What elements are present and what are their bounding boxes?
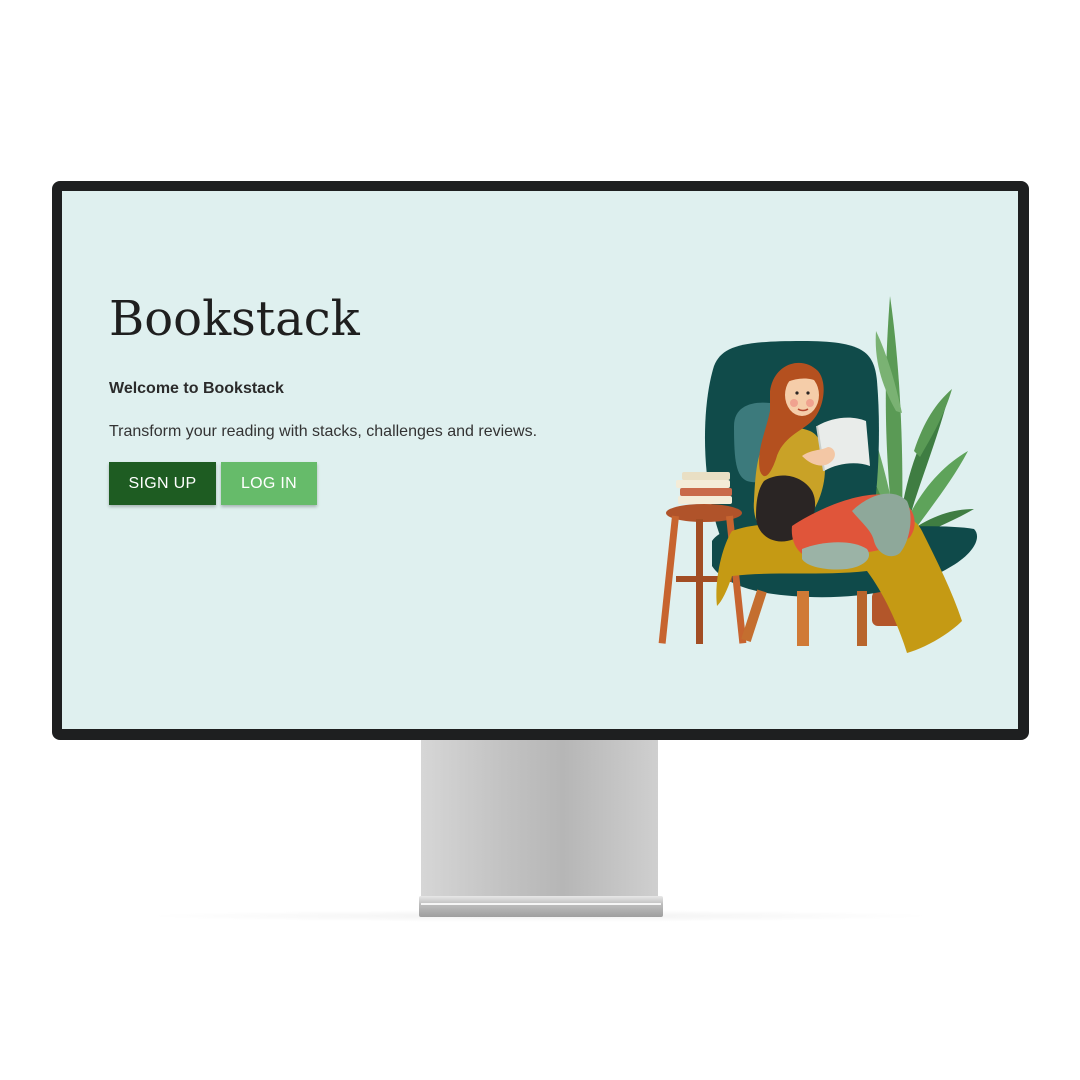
monitor-stand-shine	[421, 903, 661, 905]
reading-woman-illustration	[658, 296, 978, 653]
monitor-stand-neck	[421, 740, 658, 898]
welcome-heading: Welcome to Bookstack	[109, 380, 284, 397]
monitor-mockup: Bookstack Welcome to Bookstack Transform…	[0, 0, 1080, 1080]
monitor-stand-base	[419, 896, 663, 917]
tagline-text: Transform your reading with stacks, chal…	[109, 423, 538, 440]
woman-sock	[802, 542, 870, 570]
log-in-button[interactable]: LOG IN	[221, 462, 317, 505]
book-stack	[676, 472, 732, 504]
sign-up-button[interactable]: SIGN UP	[109, 462, 216, 505]
chair-leg	[741, 589, 767, 643]
page-title: Bookstack	[109, 291, 360, 347]
monitor-screen: Bookstack Welcome to Bookstack Transform…	[62, 191, 1018, 729]
chair-leg	[797, 591, 809, 646]
chair-leg	[857, 591, 867, 646]
